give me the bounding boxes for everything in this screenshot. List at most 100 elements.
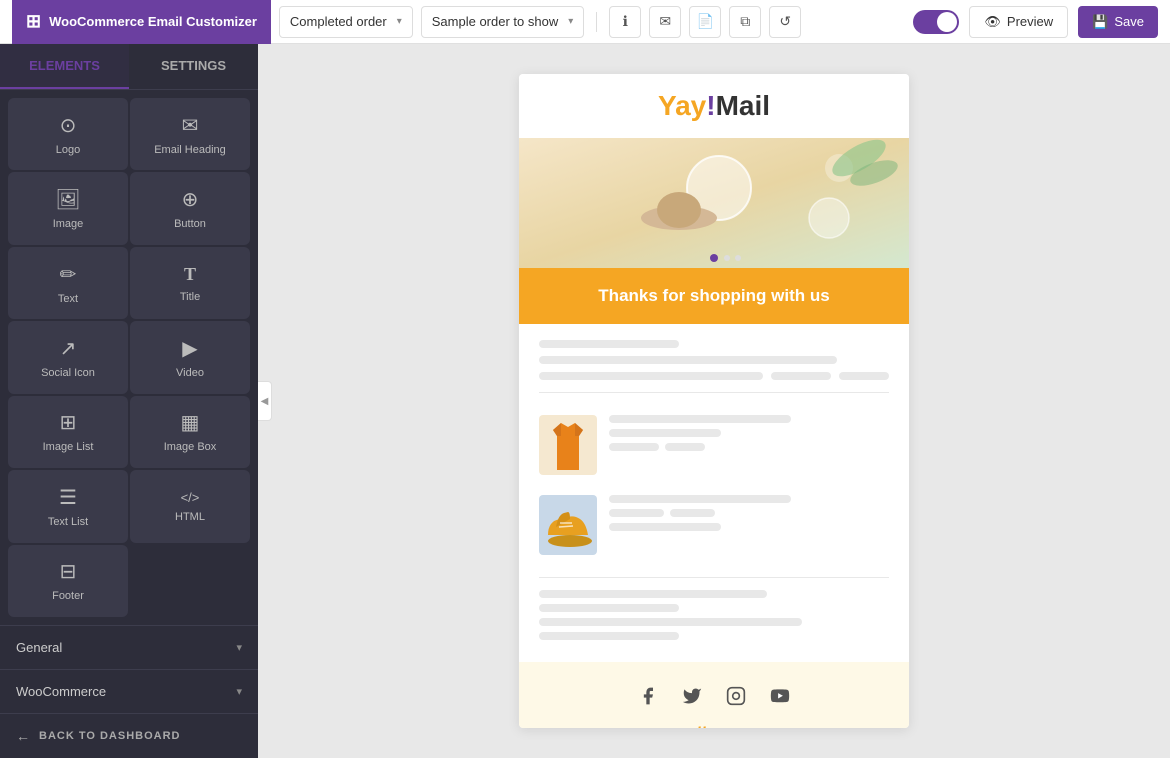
sidebar: ELEMENTS SETTINGS ⊙ Logo ✉ Email Heading… <box>0 44 258 758</box>
element-email-heading[interactable]: ✉ Email Heading <box>130 98 250 170</box>
element-html[interactable]: </> HTML <box>130 470 250 542</box>
instagram-icon <box>722 682 750 710</box>
text-list-element-icon: ☰ <box>59 485 77 510</box>
divider-2 <box>539 577 889 578</box>
separator <box>596 12 597 32</box>
video-element-icon: ▶ <box>182 336 197 361</box>
summary-line-2 <box>539 604 679 612</box>
element-social-icon[interactable]: ↗ Social Icon <box>8 321 128 393</box>
title-element-icon: T <box>184 264 196 285</box>
collapse-handle[interactable]: ◀ <box>258 381 272 421</box>
history-button[interactable]: ↺ <box>769 6 801 38</box>
info-button[interactable]: ℹ <box>609 6 641 38</box>
item1-price2 <box>665 443 705 451</box>
element-title[interactable]: T Title <box>130 247 250 319</box>
order-item-1-image <box>539 415 597 475</box>
logo-element-icon: ⊙ <box>60 113 77 138</box>
social-icon-element-icon: ↗ <box>60 336 77 361</box>
order-type-dropdown[interactable]: Completed order ▾ <box>279 6 413 38</box>
canvas-area: ◀ Yay!Mail <box>258 44 1170 758</box>
order-item-1 <box>539 405 889 485</box>
toggle-switch[interactable] <box>913 10 959 34</box>
image-list-element-icon: ⊞ <box>60 410 77 435</box>
email-footer: // <box>519 662 909 728</box>
footer-element-icon: ⊟ <box>60 559 77 584</box>
twitter-icon <box>678 682 706 710</box>
info-icon: ℹ <box>623 13 628 30</box>
preview-button[interactable]: 👁 Preview <box>969 6 1068 38</box>
element-image-list[interactable]: ⊞ Image List <box>8 396 128 468</box>
placeholder-line-2 <box>539 356 837 364</box>
history-icon: ↺ <box>779 13 791 30</box>
tab-elements[interactable]: ELEMENTS <box>0 44 129 89</box>
social-icons <box>539 682 889 710</box>
placeholder-line-5 <box>839 372 889 380</box>
woocommerce-section-header[interactable]: WooCommerce ▾ <box>0 670 258 713</box>
email-icon: ✉ <box>659 13 671 30</box>
item2-price2 <box>670 509 715 517</box>
button-element-icon: ⊕ <box>182 187 199 212</box>
element-text[interactable]: ✏ Text <box>8 247 128 319</box>
yay-text: Yay <box>658 90 706 121</box>
html-element-icon: </> <box>181 490 200 505</box>
general-section-header[interactable]: General ▾ <box>0 626 258 669</box>
order-item-1-details <box>609 415 889 451</box>
tab-settings[interactable]: SETTINGS <box>129 44 258 89</box>
image-element-icon: 🖼 <box>55 187 80 212</box>
mail-text: Mail <box>716 90 770 121</box>
eye-icon: 👁 <box>984 14 1001 30</box>
general-section: General ▾ <box>0 625 258 669</box>
divider-1 <box>539 392 889 393</box>
copy-icon: ⧉ <box>740 13 750 30</box>
document-icon: 📄 <box>697 13 714 30</box>
main-layout: ELEMENTS SETTINGS ⊙ Logo ✉ Email Heading… <box>0 44 1170 758</box>
order-item-2-details <box>609 495 889 531</box>
email-hero-button: Thanks for shopping with us <box>519 268 909 324</box>
collapse-icon: ◀ <box>261 396 269 407</box>
grid-icon: ⊞ <box>26 11 41 32</box>
placeholder-line-4 <box>771 372 831 380</box>
element-footer[interactable]: ⊟ Footer <box>8 545 128 617</box>
youtube-icon <box>766 682 794 710</box>
element-text-list[interactable]: ☰ Text List <box>8 470 128 542</box>
placeholder-line-1 <box>539 340 679 348</box>
back-to-dashboard[interactable]: ← BACK TO DASHBOARD <box>0 713 258 758</box>
sample-order-dropdown[interactable]: Sample order to show ▾ <box>421 6 584 38</box>
dropdown-arrow-2-icon: ▾ <box>568 16 573 27</box>
email-header-image <box>519 138 909 268</box>
app-title-bar: ⊞ WooCommerce Email Customizer <box>12 0 271 44</box>
dropdown-arrow-icon: ▾ <box>397 16 402 27</box>
copy-button[interactable]: ⧉ <box>729 6 761 38</box>
email-logo-area: Yay!Mail <box>519 74 909 138</box>
summary-line-4 <box>539 632 679 640</box>
item2-price1 <box>609 509 664 517</box>
email-preview: Yay!Mail <box>519 74 909 728</box>
summary-line-1 <box>539 590 767 598</box>
footer-logo: // <box>539 724 889 728</box>
item2-line3 <box>609 523 721 531</box>
item1-line1 <box>609 415 791 423</box>
item1-price1 <box>609 443 659 451</box>
back-arrow-icon: ← <box>16 728 31 744</box>
order-item-2-image <box>539 495 597 555</box>
woocommerce-section: WooCommerce ▾ <box>0 669 258 713</box>
email-heading-icon: ✉ <box>182 113 199 138</box>
element-video[interactable]: ▶ Video <box>130 321 250 393</box>
document-button[interactable]: 📄 <box>689 6 721 38</box>
element-image-box[interactable]: ▦ Image Box <box>130 396 250 468</box>
save-button[interactable]: 💾 Save <box>1078 6 1158 38</box>
email-body <box>519 324 909 662</box>
general-chevron-icon: ▾ <box>236 641 242 654</box>
facebook-icon <box>634 682 662 710</box>
topbar-right: 👁 Preview 💾 Save <box>913 6 1158 38</box>
element-image[interactable]: 🖼 Image <box>8 172 128 244</box>
summary-line-3 <box>539 618 802 626</box>
element-button[interactable]: ⊕ Button <box>130 172 250 244</box>
app-title-text: WooCommerce Email Customizer <box>49 14 257 29</box>
exclaim-text: ! <box>706 90 715 121</box>
email-button[interactable]: ✉ <box>649 6 681 38</box>
element-logo[interactable]: ⊙ Logo <box>8 98 128 170</box>
yaymail-logo: Yay!Mail <box>535 90 893 122</box>
svg-text://: // <box>696 724 706 728</box>
text-element-icon: ✏ <box>60 262 77 287</box>
